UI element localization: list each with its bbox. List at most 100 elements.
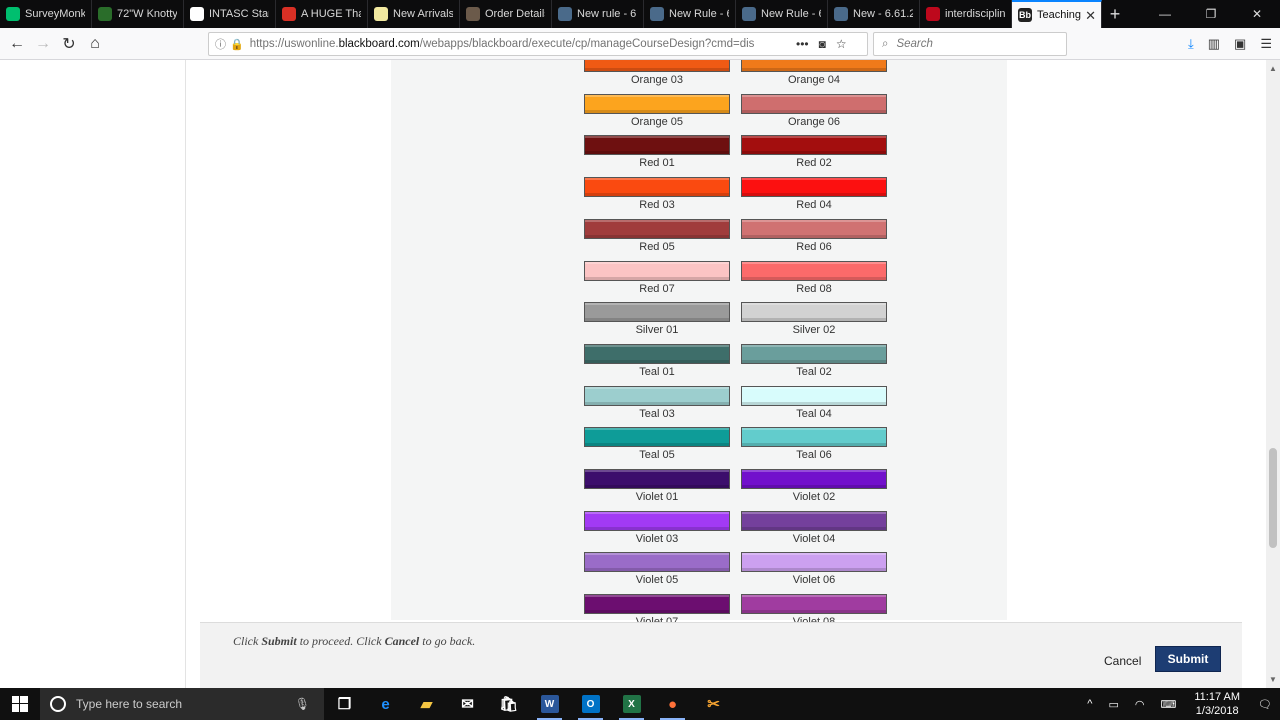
instr-cancel-word: Cancel	[384, 634, 420, 648]
browser-tab[interactable]: New rule - 6	[552, 0, 644, 28]
browser-tab-active[interactable]: Bb Teaching ✕	[1012, 0, 1102, 28]
color-swatch[interactable]	[741, 385, 887, 406]
color-swatch[interactable]	[741, 302, 887, 323]
edge-icon[interactable]: e	[365, 688, 406, 720]
reload-icon[interactable]: ↻	[56, 31, 82, 57]
bookmark-star-icon[interactable]: ☆	[836, 37, 847, 51]
browser-tab[interactable]: interdisciplin	[920, 0, 1012, 28]
system-clock[interactable]: 11:17 AM 1/3/2018	[1194, 690, 1240, 718]
browser-tab[interactable]: New Arrivals	[368, 0, 460, 28]
home-icon[interactable]: ⌂	[82, 31, 108, 57]
color-swatch[interactable]	[741, 218, 887, 239]
color-swatch[interactable]	[741, 552, 887, 573]
scroll-up-icon[interactable]: ▲	[1269, 64, 1277, 73]
color-swatch-label: Violet 01	[635, 491, 679, 503]
color-swatch[interactable]	[741, 469, 887, 489]
microphone-icon[interactable]: 🎙	[295, 697, 310, 711]
tab-label: New rule - 6	[577, 8, 637, 20]
minimize-icon[interactable]: —	[1142, 0, 1188, 28]
browser-tab[interactable]: A HUGE Tha	[276, 0, 368, 28]
color-swatch[interactable]	[741, 510, 887, 531]
color-swatch-label: Red 02	[796, 157, 832, 170]
page-actions-icon[interactable]: •••	[796, 37, 809, 51]
color-swatch[interactable]	[741, 594, 887, 615]
restore-icon[interactable]: ❐	[1188, 0, 1234, 28]
scroll-thumb[interactable]	[1269, 448, 1277, 548]
close-tab-icon[interactable]: ✕	[1085, 8, 1096, 24]
color-swatch-label: Teal 05	[639, 449, 675, 462]
word-icon[interactable]: W	[529, 688, 570, 720]
battery-icon[interactable]: ▭	[1108, 698, 1118, 711]
color-swatch[interactable]	[584, 260, 730, 281]
forward-icon[interactable]: →	[30, 31, 56, 57]
browser-tab[interactable]: New Rule - 6	[736, 0, 828, 28]
color-swatch[interactable]	[584, 469, 730, 489]
k-icon	[466, 7, 480, 21]
file-explorer-glyph: ▰	[420, 696, 433, 713]
info-icon[interactable]: ⓘ	[215, 36, 226, 52]
cancel-button[interactable]: Cancel	[1096, 650, 1149, 674]
browser-tab[interactable]: New - 6.61.2	[828, 0, 920, 28]
browser-tab[interactable]: INTASC Stan	[184, 0, 276, 28]
firefox-glyph: ●	[667, 695, 678, 713]
keyboard-icon[interactable]: ⌨	[1160, 698, 1176, 711]
color-swatch[interactable]	[584, 385, 730, 406]
color-swatch[interactable]	[741, 177, 887, 198]
store-icon	[98, 7, 112, 21]
show-hidden-icon[interactable]: ^	[1087, 698, 1092, 710]
task-view-icon[interactable]: ❐	[324, 688, 365, 720]
search-input[interactable]: ⌕ Search	[873, 32, 1067, 56]
back-icon[interactable]: ←	[4, 31, 30, 57]
color-swatch[interactable]	[584, 343, 730, 364]
submit-button[interactable]: Submit	[1155, 646, 1221, 672]
url-bar[interactable]: ⓘ 🔒 https://uswonline. blackboard.com/web…	[208, 32, 868, 56]
taskbar-search-placeholder: Type here to search	[76, 697, 183, 711]
color-swatch[interactable]	[741, 260, 887, 281]
color-swatch[interactable]	[741, 93, 887, 114]
color-swatch[interactable]	[584, 302, 730, 323]
windows-start-icon[interactable]	[0, 688, 40, 720]
color-swatch[interactable]	[584, 510, 730, 531]
color-swatch[interactable]	[584, 93, 730, 114]
browser-tab[interactable]: Order Details	[460, 0, 552, 28]
wifi-icon[interactable]: ◠	[1135, 698, 1145, 711]
menu-icon[interactable]: ☰	[1260, 36, 1272, 52]
clock-date: 1/3/2018	[1195, 705, 1239, 717]
gmail-icon	[282, 7, 296, 21]
color-swatch-label: Violet 03	[635, 532, 679, 545]
surveymonkey-icon	[6, 7, 20, 21]
color-swatch[interactable]	[584, 552, 730, 573]
mail-glyph: ✉	[461, 696, 474, 713]
color-swatch[interactable]	[584, 177, 730, 198]
snip-icon[interactable]: ✂	[693, 688, 734, 720]
browser-tab[interactable]: 72"W Knotty	[92, 0, 184, 28]
mail-icon[interactable]: ✉	[447, 688, 488, 720]
taskbar-search-input[interactable]: Type here to search 🎙	[40, 688, 324, 720]
page-scrollbar[interactable]: ▲ ▼	[1266, 60, 1280, 688]
color-swatch[interactable]	[584, 427, 730, 448]
scroll-down-icon[interactable]: ▼	[1269, 675, 1277, 684]
pocket-icon[interactable]: ◙	[819, 37, 826, 51]
color-swatch[interactable]	[741, 427, 887, 448]
notifications-icon[interactable]: 🗨	[1258, 698, 1272, 711]
browser-tab[interactable]: SurveyMonk	[0, 0, 92, 28]
bird-icon	[834, 7, 848, 21]
color-swatch[interactable]	[584, 594, 730, 615]
color-swatch[interactable]	[584, 60, 730, 72]
store-icon[interactable]: 🛍	[488, 688, 529, 720]
sidebar-icon[interactable]: ▣	[1234, 36, 1246, 52]
color-swatch[interactable]	[584, 135, 730, 156]
firefox-icon[interactable]: ●	[652, 688, 693, 720]
download-icon[interactable]: ⤓	[1188, 36, 1194, 52]
outlook-icon[interactable]: O	[570, 688, 611, 720]
color-swatch[interactable]	[741, 60, 887, 72]
close-window-icon[interactable]: ✕	[1234, 0, 1280, 28]
library-icon[interactable]: ▥	[1208, 36, 1220, 52]
new-tab-icon[interactable]: +	[1102, 0, 1128, 28]
browser-tab[interactable]: New Rule - 6	[644, 0, 736, 28]
color-swatch[interactable]	[741, 343, 887, 364]
file-explorer-icon[interactable]: ▰	[406, 688, 447, 720]
excel-icon[interactable]: X	[611, 688, 652, 720]
color-swatch[interactable]	[741, 135, 887, 156]
color-swatch[interactable]	[584, 218, 730, 239]
